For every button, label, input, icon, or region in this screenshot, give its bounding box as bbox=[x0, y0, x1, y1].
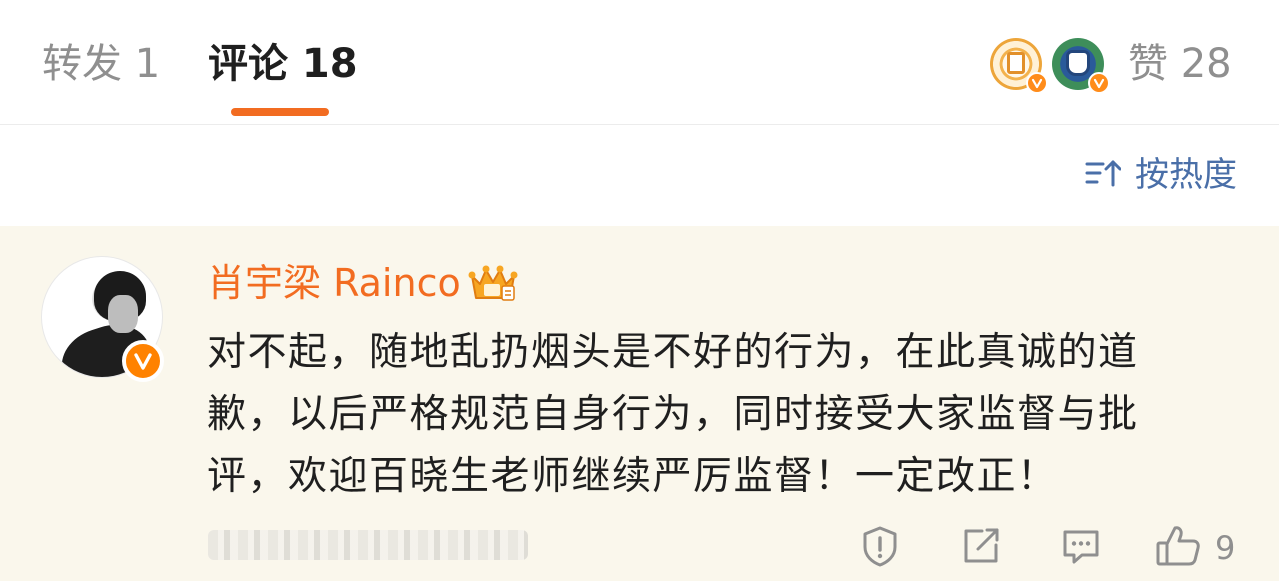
verified-v-icon bbox=[1026, 72, 1048, 94]
likes-count[interactable]: 赞 28 bbox=[1128, 40, 1232, 88]
active-tab-indicator bbox=[231, 108, 329, 116]
liker-avatar-graphic bbox=[1007, 52, 1025, 74]
sort-label: 按热度 bbox=[1135, 155, 1237, 195]
comment-username[interactable]: 肖宇梁 Rainco bbox=[207, 260, 461, 306]
report-icon bbox=[860, 525, 900, 571]
tab-bar: 转发 1 评论 18 赞 28 bbox=[0, 0, 1279, 125]
reply-button[interactable] bbox=[1060, 526, 1102, 570]
report-button[interactable] bbox=[860, 526, 900, 570]
comment-item: 肖宇梁 Rainco 对不起，随地乱扔烟头是不好的行为，在此真诚的道歉，以后严格… bbox=[0, 226, 1279, 581]
verified-v-icon bbox=[122, 340, 164, 382]
avatar-figure-face bbox=[108, 295, 138, 333]
repost-button[interactable] bbox=[960, 526, 1002, 570]
sort-bar: 按热度 bbox=[0, 125, 1279, 225]
tab-comments[interactable]: 评论 18 bbox=[208, 40, 358, 88]
thumb-up-icon bbox=[1155, 524, 1201, 572]
verified-v-icon bbox=[1088, 72, 1110, 94]
liker-avatar[interactable] bbox=[990, 38, 1048, 94]
liker-avatar-graphic bbox=[1066, 50, 1090, 76]
sort-button[interactable]: 按热度 bbox=[1085, 153, 1237, 197]
sort-icon bbox=[1085, 158, 1122, 192]
weibo-comment-page: 转发 1 评论 18 赞 28 按热度 肖宇梁 Rainco 对不起，随地乱扔烟… bbox=[0, 0, 1279, 581]
comment-text: 对不起，随地乱扔烟头是不好的行为，在此真诚的道歉，以后严格规范自身行为，同时接受… bbox=[207, 330, 1139, 499]
crown-badge-icon bbox=[466, 262, 520, 304]
liker-avatar[interactable] bbox=[1052, 38, 1110, 94]
comment-meta-obscured bbox=[208, 530, 528, 560]
like-button[interactable]: 9 bbox=[1155, 526, 1235, 570]
reply-icon bbox=[1060, 525, 1102, 571]
tab-repost[interactable]: 转发 1 bbox=[42, 40, 160, 88]
repost-icon bbox=[960, 525, 1002, 571]
like-count: 9 bbox=[1215, 529, 1236, 567]
